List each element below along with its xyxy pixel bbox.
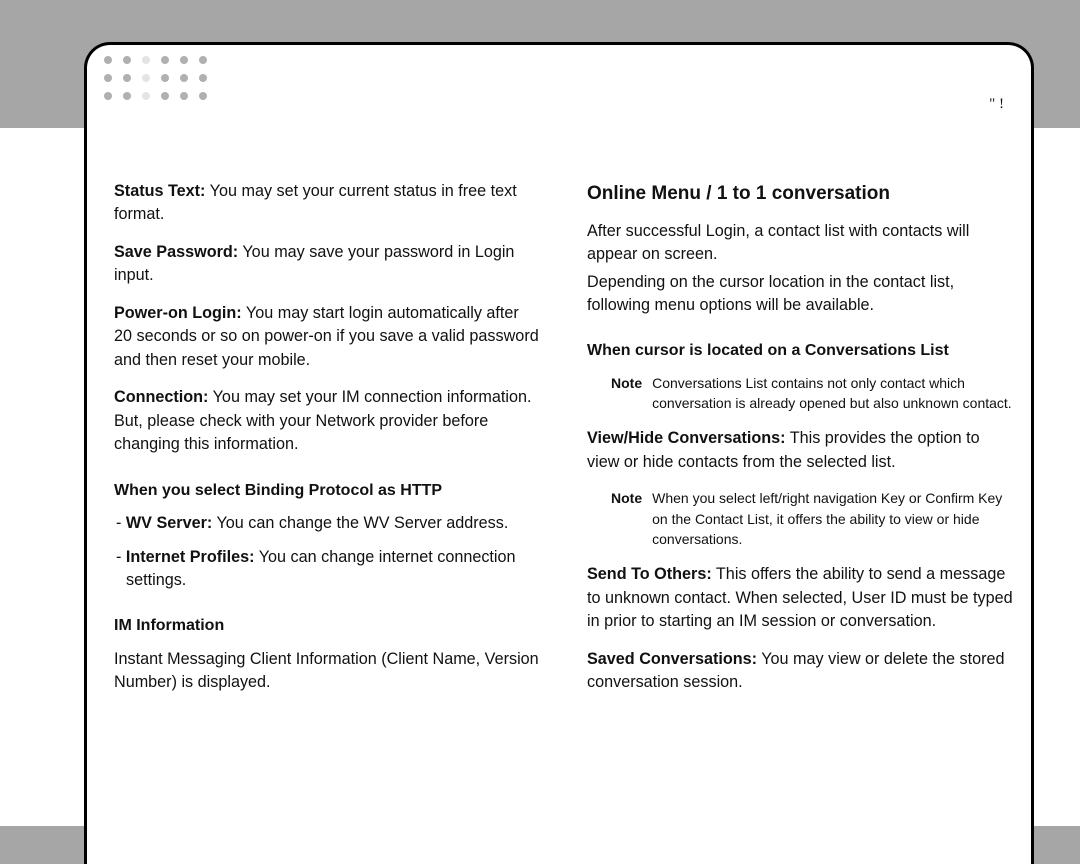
status-text-label: Status Text: bbox=[114, 182, 205, 200]
header-dot bbox=[142, 74, 150, 82]
binding-protocol-heading: When you select Binding Protocol as HTTP bbox=[114, 479, 541, 502]
header-dot bbox=[123, 92, 131, 100]
header-dot bbox=[199, 74, 207, 82]
header-dot bbox=[199, 56, 207, 64]
header-dot-grid bbox=[104, 56, 207, 100]
header-dot bbox=[180, 56, 188, 64]
view-hide-para: View/Hide Conversations: This provides t… bbox=[587, 427, 1014, 474]
note-block-2: Note When you select left/right navigati… bbox=[611, 488, 1014, 549]
wv-server-item: WV Server: You can change the WV Server … bbox=[114, 512, 541, 535]
im-information-heading: IM Information bbox=[114, 614, 541, 637]
im-information-body: Instant Messaging Client Information (Cl… bbox=[114, 648, 541, 695]
connection-label: Connection: bbox=[114, 388, 208, 406]
intro-para-1: After successful Login, a contact list w… bbox=[587, 220, 1014, 267]
header-dot bbox=[161, 92, 169, 100]
header-dot bbox=[142, 92, 150, 100]
cursor-located-heading: When cursor is located on a Conversation… bbox=[587, 339, 1014, 362]
saved-conversations-label: Saved Conversations: bbox=[587, 650, 757, 668]
online-menu-title: Online Menu / 1 to 1 conversation bbox=[587, 180, 1014, 208]
save-password-label: Save Password: bbox=[114, 243, 238, 261]
note-label: Note bbox=[611, 373, 642, 414]
header-dot bbox=[104, 92, 112, 100]
note-label: Note bbox=[611, 488, 642, 549]
page-number: " ! bbox=[989, 96, 1004, 113]
right-column: Online Menu / 1 to 1 conversation After … bbox=[587, 180, 1014, 814]
content-columns: Status Text: You may set your current st… bbox=[114, 180, 1014, 814]
internet-profiles-label: Internet Profiles: bbox=[126, 548, 255, 566]
header-dot bbox=[123, 56, 131, 64]
header-dot bbox=[180, 74, 188, 82]
send-to-others-para: Send To Others: This offers the ability … bbox=[587, 563, 1014, 633]
header-dot bbox=[199, 92, 207, 100]
header-dot bbox=[104, 74, 112, 82]
left-column: Status Text: You may set your current st… bbox=[114, 180, 541, 814]
note-1-text: Conversations List contains not only con… bbox=[652, 373, 1014, 414]
header-dot bbox=[161, 74, 169, 82]
send-to-others-label: Send To Others: bbox=[587, 565, 712, 583]
view-hide-label: View/Hide Conversations: bbox=[587, 429, 786, 447]
note-2-text: When you select left/right navigation Ke… bbox=[652, 488, 1014, 549]
saved-conversations-para: Saved Conversations: You may view or del… bbox=[587, 648, 1014, 695]
power-on-label: Power-on Login: bbox=[114, 304, 242, 322]
power-on-para: Power-on Login: You may start login auto… bbox=[114, 302, 541, 372]
wv-server-body: You can change the WV Server address. bbox=[212, 514, 508, 532]
header-dot bbox=[161, 56, 169, 64]
intro-para-2: Depending on the cursor location in the … bbox=[587, 271, 1014, 318]
header-dot bbox=[142, 56, 150, 64]
connection-para: Connection: You may set your IM connecti… bbox=[114, 386, 541, 456]
header-dot bbox=[180, 92, 188, 100]
save-password-para: Save Password: You may save your passwor… bbox=[114, 241, 541, 288]
header-dot bbox=[123, 74, 131, 82]
wv-server-label: WV Server: bbox=[126, 514, 212, 532]
note-block-1: Note Conversations List contains not onl… bbox=[611, 373, 1014, 414]
internet-profiles-item: Internet Profiles: You can change intern… bbox=[114, 546, 541, 593]
status-text-para: Status Text: You may set your current st… bbox=[114, 180, 541, 227]
header-dot bbox=[104, 56, 112, 64]
